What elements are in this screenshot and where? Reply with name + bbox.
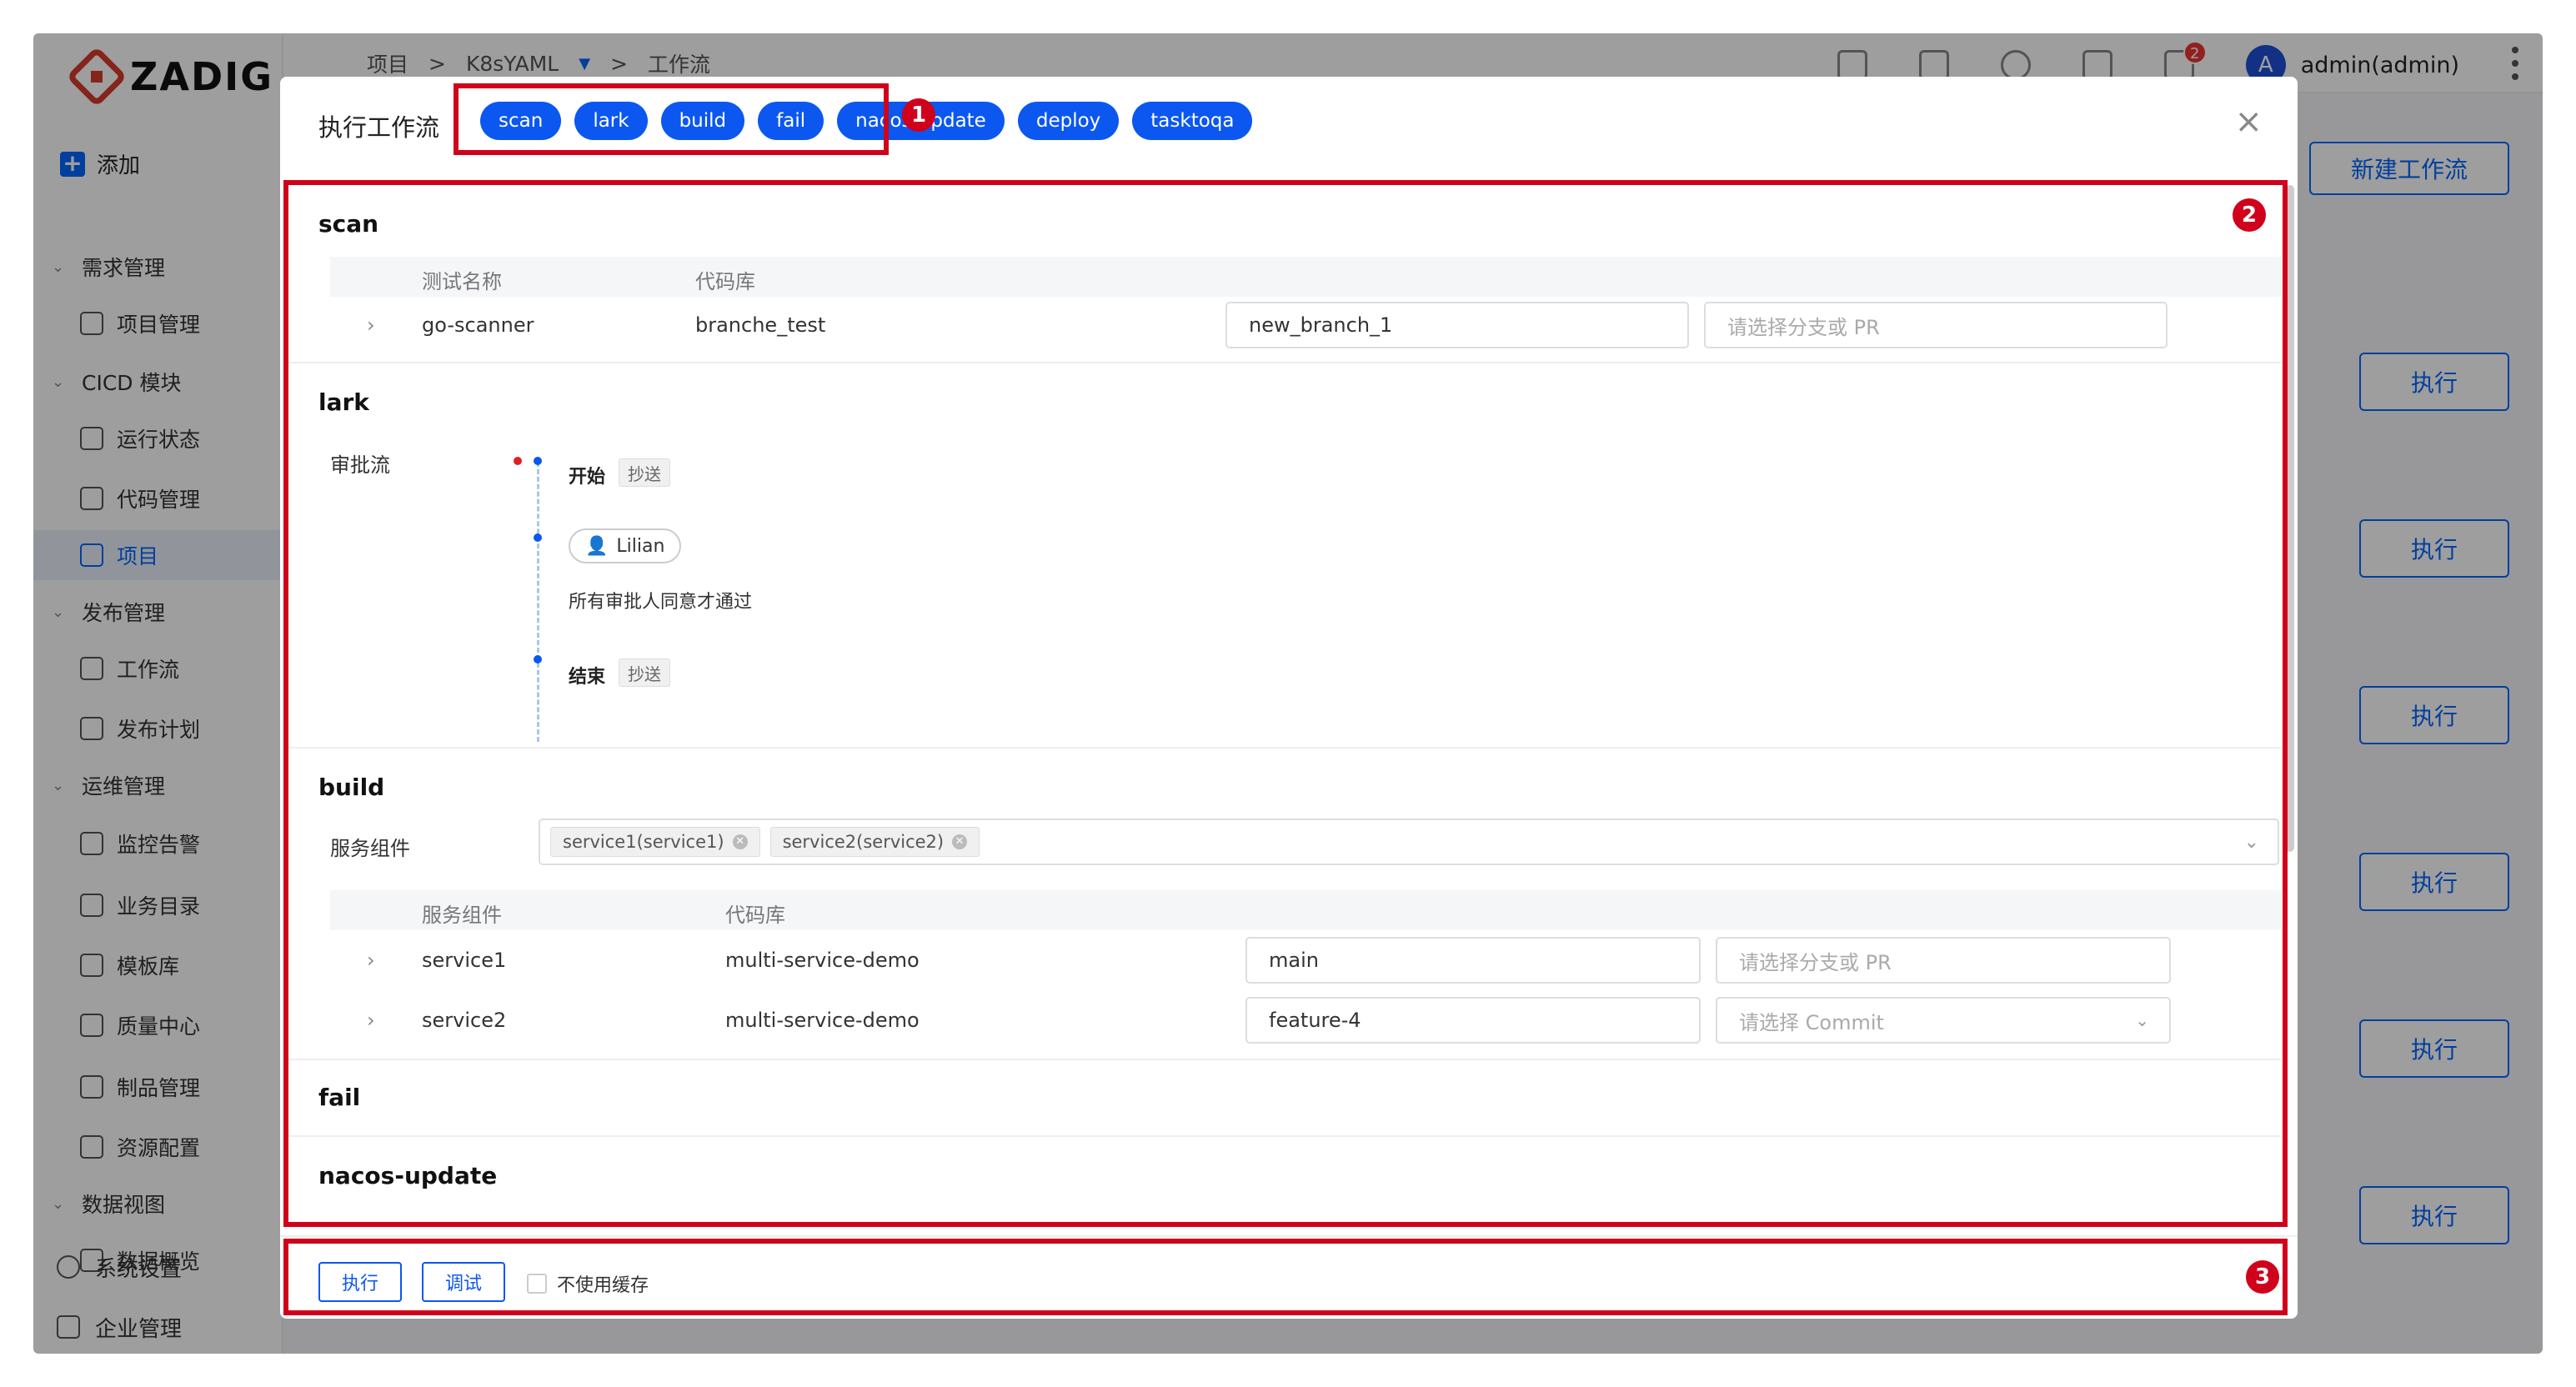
section-fail-title: fail <box>318 1084 361 1111</box>
section-nacos-update-title: nacos-update <box>318 1162 498 1189</box>
service2-commit-select[interactable]: 请选择 Commit ⌄ <box>1716 997 2171 1044</box>
service-component-label: 服务组件 <box>330 837 410 860</box>
stage-tag[interactable]: lark <box>574 102 648 140</box>
approver-chip: 👤 Lilian <box>569 528 682 563</box>
no-cache-checkbox[interactable]: 不使用缓存 <box>527 1270 649 1297</box>
annotation-badge-3: 3 <box>2246 1260 2279 1294</box>
chevron-down-icon: ⌄ <box>2135 1010 2149 1030</box>
expand-icon[interactable]: › <box>367 1009 375 1032</box>
section-lark-title: lark <box>318 388 369 416</box>
remove-chip-icon[interactable]: ✕ <box>952 834 968 849</box>
annotation-badge-1: 1 <box>902 98 935 132</box>
service-multiselect[interactable]: service1(service1) ✕ service2(service2) ✕ … <box>539 819 2279 865</box>
scan-branch-select[interactable]: new_branch_1 <box>1225 302 1689 348</box>
scan-table-header: 测试名称 代码库 <box>330 257 2281 297</box>
expand-icon[interactable]: › <box>367 313 375 337</box>
flow-end: 结束 <box>569 667 606 688</box>
expand-icon[interactable]: › <box>367 949 375 972</box>
debug-button[interactable]: 调试 <box>422 1262 506 1302</box>
flow-start: 开始 <box>569 467 606 488</box>
dialog-scrollbar[interactable] <box>2286 185 2294 852</box>
cc-tag: 抄送 <box>619 658 670 687</box>
dialog-title: 执行工作流 <box>318 113 440 142</box>
run-button[interactable]: 执行 <box>318 1262 403 1302</box>
service-chip: service2(service2) ✕ <box>769 827 980 857</box>
annotation-badge-2: 2 <box>2233 198 2266 232</box>
stage-tags: scanlarkbuildfailnacos-updatedeploytaskt… <box>480 102 1253 140</box>
checkbox[interactable] <box>527 1274 547 1294</box>
approval-flow-label: 审批流 <box>330 453 390 477</box>
stage-tag[interactable]: fail <box>758 102 824 140</box>
approval-rule: 所有审批人同意才通过 <box>569 592 753 613</box>
section-scan-title: scan <box>318 210 379 238</box>
cc-tag: 抄送 <box>619 458 670 487</box>
build-table-header: 服务组件 代码库 <box>330 890 2281 930</box>
run-workflow-dialog: 执行工作流 scan lark build fail nacos-update deplo… <box>280 77 2298 1319</box>
service2-branch-select[interactable]: feature-4 <box>1245 997 1701 1044</box>
stage-tag[interactable]: build <box>660 102 745 140</box>
service1-pr-select[interactable]: 请选择分支或 PR <box>1716 937 2171 984</box>
service-chip: service1(service1) ✕ <box>550 827 760 857</box>
stage-tag[interactable]: deploy <box>1017 102 1120 140</box>
chevron-down-icon: ⌄ <box>2243 831 2259 853</box>
app-window: ZADIG + 添加 ⌄ 需求管理 项目管理 ⌄ CICD 模块 运行状态 代码管理 项目 ⌄ 发… <box>33 33 2543 1354</box>
user-icon: 👤 <box>585 535 609 557</box>
stage-tag[interactable]: scan <box>480 102 562 140</box>
section-build-title: build <box>318 774 385 801</box>
dialog-footer: 执行 调试 不使用缓存 <box>280 1235 2298 1319</box>
service1-branch-select[interactable]: main <box>1245 937 1701 984</box>
stage-tag[interactable]: tasktoqa <box>1132 102 1253 140</box>
scan-pr-select[interactable]: 请选择分支或 PR <box>1704 302 2168 348</box>
remove-chip-icon[interactable]: ✕ <box>732 834 748 849</box>
close-icon[interactable]: × <box>2234 105 2263 138</box>
